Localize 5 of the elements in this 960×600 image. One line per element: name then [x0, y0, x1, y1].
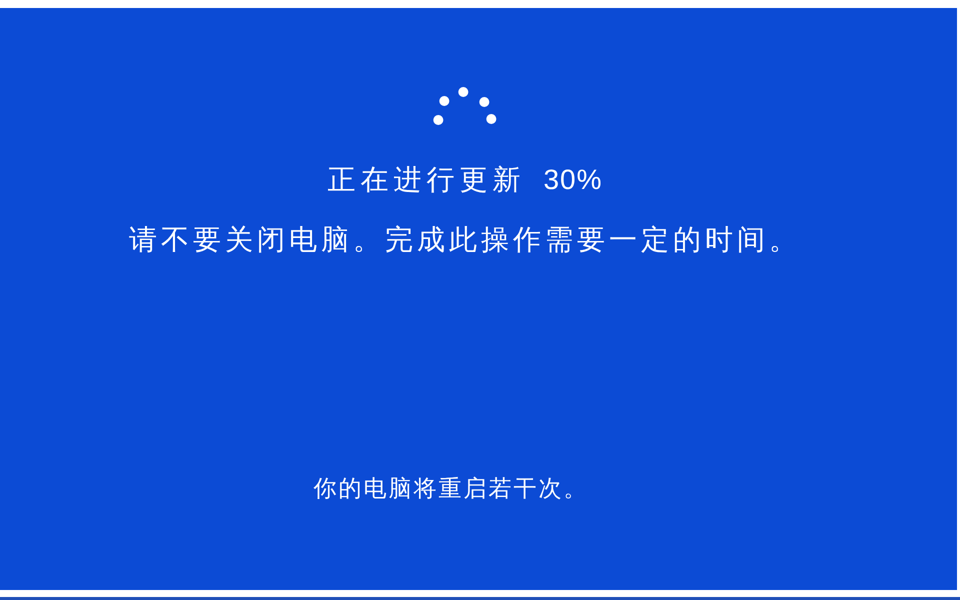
warning-message: 请不要关闭电脑。完成此操作需要一定的时间。 — [129, 223, 801, 257]
restart-note: 你的电脑将重启若干次。 — [314, 474, 588, 503]
update-title: 正在进行更新 — [327, 163, 526, 197]
loading-spinner-icon — [433, 87, 497, 125]
progress-percentage: 30% — [543, 163, 603, 197]
